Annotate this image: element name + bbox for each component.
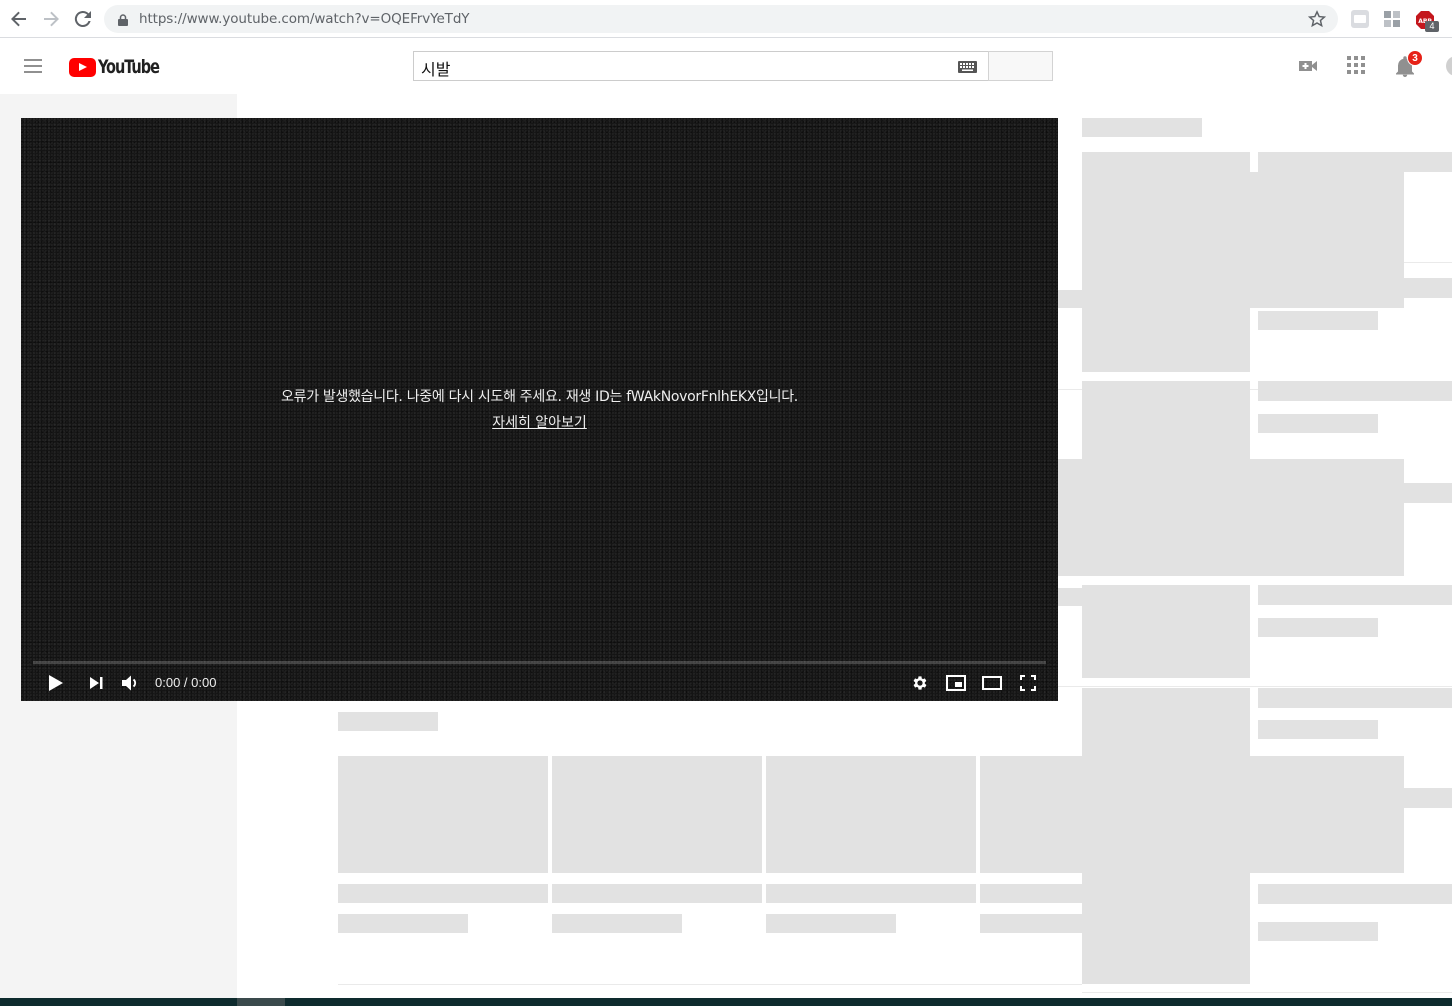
placeholder-line [1258,585,1452,605]
divider [1058,686,1452,687]
learn-more-link[interactable]: 자세히 알아보기 [492,415,587,431]
notification-count-badge: 3 [1407,50,1423,66]
placeholder-line [1258,152,1452,172]
placeholder-thumbnail [980,756,1082,873]
keyboard-icon[interactable] [958,60,977,78]
placeholder-thumbnail [766,756,976,873]
placeholder-thumbnail [552,756,762,873]
taskbar-button[interactable] [237,998,285,1006]
search-input[interactable]: 시발 [413,51,989,81]
apps-grid-icon[interactable] [1347,56,1365,79]
extension-badge: 4 [1425,21,1439,32]
search-query: 시발 [421,62,451,79]
divider [338,984,1082,985]
placeholder-line [1258,720,1378,739]
browser-toolbar: https://www.youtube.com/watch?v=OQEFrvYe… [0,0,1452,38]
time-display: 0:00 / 0:00 [155,675,217,690]
account-avatar-icon[interactable] [1444,54,1452,76]
placeholder-sidebar-title [1082,118,1202,137]
placeholder-line [1258,311,1378,330]
placeholder-thumbnail [1082,688,1250,984]
learn-more-container: 자세히 알아보기 [21,412,1058,432]
lock-icon [118,13,128,31]
placeholder-fragment [1058,588,1082,606]
placeholder-line [766,914,896,933]
bookmark-star-icon[interactable] [1307,10,1327,33]
placeholder-line [338,884,548,903]
video-player[interactable]: 오류가 발생했습니다. 나중에 다시 시도해 주세요. 재생 ID는 fWAkN… [21,118,1058,701]
theater-mode-icon[interactable] [981,672,1003,694]
placeholder-line [980,914,1082,933]
placeholder-block [1058,459,1404,576]
placeholder-line [766,884,976,903]
placeholder-line [980,884,1082,903]
placeholder-line [1258,922,1378,941]
upload-video-icon[interactable] [1298,56,1318,81]
back-icon[interactable] [8,8,30,30]
youtube-masthead: YouTube 시발 3 [0,39,1452,94]
reload-icon[interactable] [72,8,94,30]
address-bar[interactable]: https://www.youtube.com/watch?v=OQEFrvYe… [104,5,1338,33]
next-video-icon[interactable] [85,672,107,694]
placeholder-line [552,884,762,903]
placeholder-line [338,914,468,933]
logo-text: YouTube [98,56,160,78]
fullscreen-icon[interactable] [1017,672,1039,694]
miniplayer-icon[interactable] [945,672,967,694]
settings-gear-icon[interactable] [909,672,931,694]
extension-puzzle-icon[interactable] [1383,10,1401,28]
youtube-play-logo-icon [69,57,96,77]
placeholder-title [338,712,438,731]
placeholder-line [1258,414,1378,433]
volume-icon[interactable] [119,672,141,694]
placeholder-fragment [1404,788,1452,808]
placeholder-line [1258,381,1452,401]
placeholder-line [552,914,682,933]
placeholder-fragment [1058,290,1082,308]
youtube-logo[interactable]: YouTube [69,56,170,78]
placeholder-block [1250,172,1404,308]
divider [1404,262,1452,263]
placeholder-fragment [1404,483,1452,503]
placeholder-thumbnail [338,756,548,873]
search-button[interactable] [988,51,1053,81]
url-text: https://www.youtube.com/watch?v=OQEFrvYe… [139,11,470,27]
play-icon[interactable] [45,672,67,694]
placeholder-line [1258,884,1452,904]
divider [1082,992,1452,993]
guide-menu-icon[interactable] [24,59,42,78]
placeholder-thumbnail [1082,152,1250,372]
error-message: 오류가 발생했습니다. 나중에 다시 시도해 주세요. 재생 ID는 fWAkN… [281,389,798,405]
placeholder-block [1250,756,1404,873]
forward-icon[interactable] [40,8,62,30]
os-taskbar [0,998,1452,1006]
progress-bar[interactable] [33,661,1046,664]
placeholder-fragment [1404,278,1452,298]
placeholder-thumbnail [1082,585,1250,678]
placeholder-line [1258,618,1378,637]
placeholder-line [1258,688,1452,708]
extension-gray-icon[interactable] [1351,10,1369,28]
